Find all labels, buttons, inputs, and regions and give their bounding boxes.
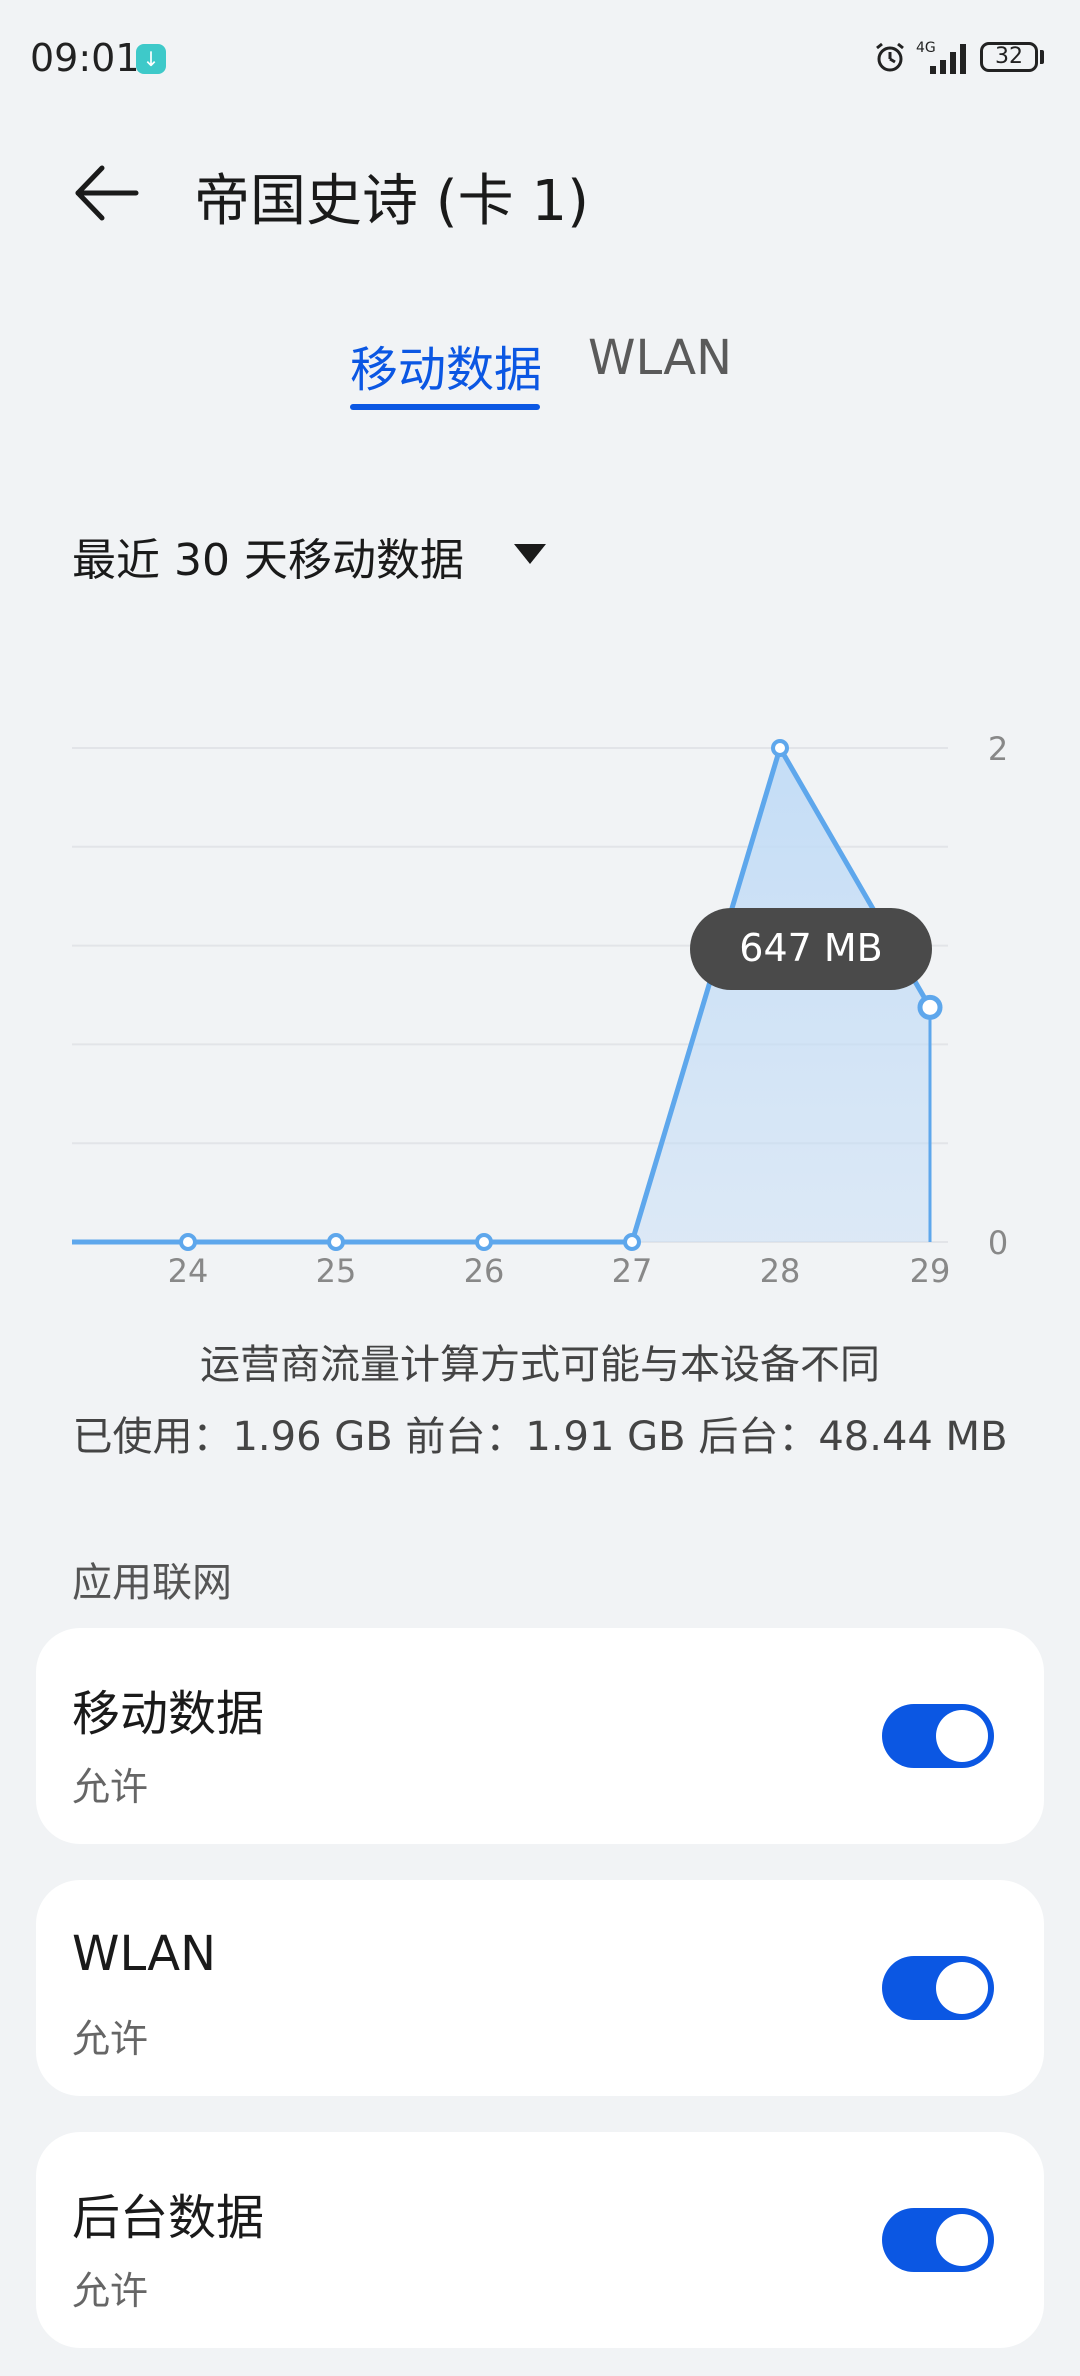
- tab-mobile-data[interactable]: 移动数据: [350, 330, 542, 400]
- toggle-knob: [936, 1962, 988, 2014]
- setting-subtitle: 允许: [72, 1765, 149, 1809]
- setting-title: 移动数据: [72, 1686, 265, 1742]
- signal-icon: [930, 44, 966, 74]
- x-tick-label: 29: [910, 1252, 951, 1290]
- wlan-toggle[interactable]: [882, 1956, 994, 2020]
- x-tick-label: 24: [168, 1252, 209, 1290]
- carrier-note: 运营商流量计算方式可能与本设备不同: [200, 1342, 880, 1388]
- tooltip-text: 647 MB: [739, 926, 882, 970]
- data-point: [917, 994, 943, 1020]
- data-point: [771, 739, 789, 757]
- status-time: 09:01: [30, 36, 140, 80]
- background-data-toggle[interactable]: [882, 2208, 994, 2272]
- setting-title: 后台数据: [72, 2190, 265, 2246]
- y-tick-label: 2: [988, 730, 1008, 768]
- x-tick-label: 27: [612, 1252, 653, 1290]
- toggle-knob: [936, 1710, 988, 1762]
- data-point: [179, 1233, 197, 1251]
- setting-subtitle: 允许: [72, 2017, 149, 2061]
- x-tick-label: 26: [464, 1252, 505, 1290]
- data-point: [623, 1233, 641, 1251]
- mobile-data-toggle[interactable]: [882, 1704, 994, 1768]
- dropdown-triangle-icon[interactable]: [512, 540, 548, 568]
- usage-summary: 已使用：1.96 GB 前台：1.91 GB 后台：48.44 MB: [72, 1414, 1008, 1460]
- y-tick-label: 0: [988, 1224, 1008, 1262]
- data-usage-chart: 24 25 26 27 28 29 2 0 647 MB: [72, 730, 1008, 1290]
- alarm-icon: [876, 42, 904, 72]
- data-point: [475, 1233, 493, 1251]
- x-tick-label: 25: [316, 1252, 357, 1290]
- data-point: [327, 1233, 345, 1251]
- status-bar: 09:01 ↓ 4G 32: [0, 0, 1080, 118]
- x-tick-label: 28: [760, 1252, 801, 1290]
- battery-tip: [1040, 50, 1044, 64]
- download-notification-icon: ↓: [136, 44, 166, 74]
- toggle-knob: [936, 2214, 988, 2266]
- period-selector-label[interactable]: 最近 30 天移动数据: [72, 524, 464, 588]
- setting-title: WLAN: [72, 1926, 217, 1982]
- active-tab-indicator: [350, 404, 540, 410]
- setting-card-background-data: 后台数据 允许: [36, 2132, 1044, 2348]
- back-arrow-icon[interactable]: [72, 158, 142, 228]
- battery-icon: 32: [980, 42, 1038, 72]
- section-title: 应用联网: [72, 1560, 232, 1606]
- setting-card-mobile-data: 移动数据 允许: [36, 1628, 1044, 1844]
- setting-card-wlan: WLAN 允许: [36, 1880, 1044, 2096]
- page-title: 帝国史诗 (卡 1): [194, 169, 589, 234]
- setting-subtitle: 允许: [72, 2269, 149, 2313]
- tab-wlan[interactable]: WLAN: [588, 330, 732, 386]
- chart-area-fill: [72, 748, 930, 1242]
